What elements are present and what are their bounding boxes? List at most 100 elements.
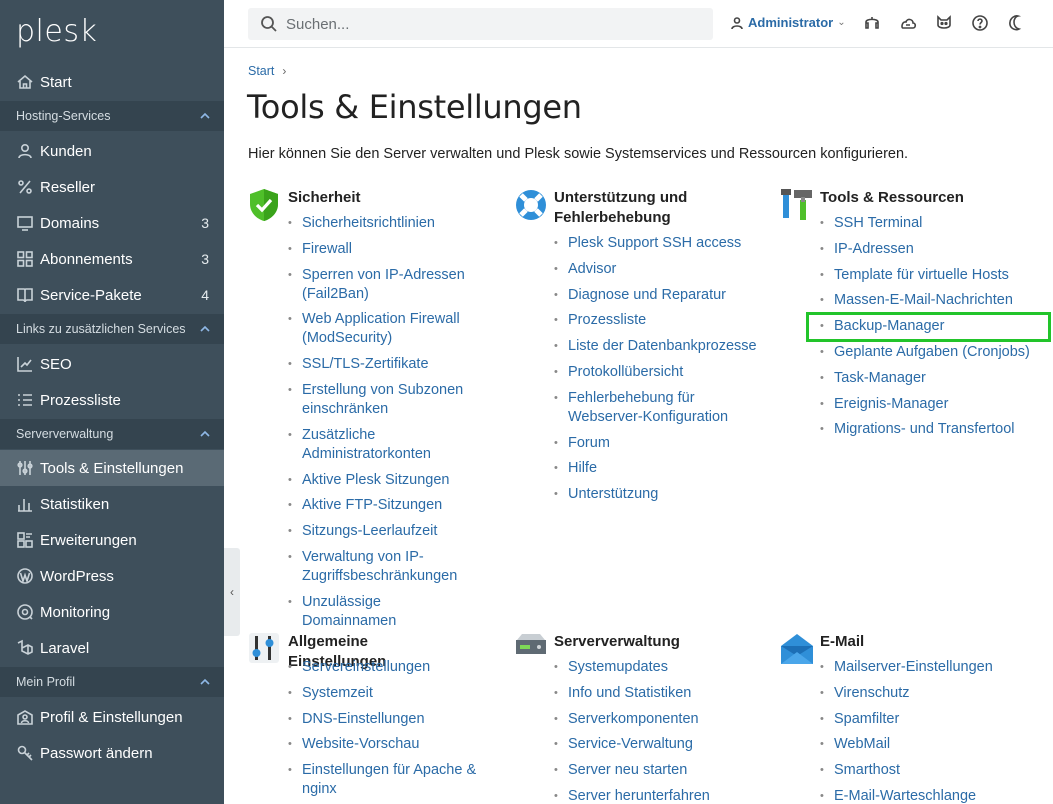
- link-servereinstellungen[interactable]: Servereinstellungen: [288, 658, 478, 677]
- sidebar-item-statistiken[interactable]: Statistiken: [0, 486, 224, 522]
- chevron-up-icon[interactable]: [200, 676, 210, 686]
- sidebar-item-profil[interactable]: Profil & Einstellungen: [0, 699, 224, 735]
- link-leerlaufzeit[interactable]: Sitzungs-Leerlaufzeit: [288, 522, 478, 541]
- sidebar-item-service-pakete[interactable]: Service-Pakete 4: [0, 277, 224, 313]
- link-ssl-tls[interactable]: SSL/TLS-Zertifikate: [288, 355, 478, 374]
- link-webmail[interactable]: WebMail: [820, 735, 1030, 754]
- sidebar-item-label: WordPress: [40, 567, 114, 585]
- section-links-services[interactable]: Links zu zusätzlichen Services: [0, 314, 224, 344]
- link-ssh-terminal[interactable]: SSH Terminal: [820, 214, 1050, 233]
- user-icon: [16, 142, 34, 160]
- link-virenschutz[interactable]: Virenschutz: [820, 684, 1030, 703]
- link-info-statistiken[interactable]: Info und Statistiken: [554, 684, 764, 703]
- link-ftp-sitzungen[interactable]: Aktive FTP-Sitzungen: [288, 496, 478, 515]
- chevron-up-icon[interactable]: [200, 323, 210, 333]
- chevron-up-icon[interactable]: [200, 110, 210, 120]
- plesk-logo[interactable]: plesk: [16, 14, 97, 49]
- link-migration[interactable]: Migrations- und Transfertool: [820, 420, 1050, 439]
- sidebar-item-label: Passwort ändern: [40, 744, 153, 762]
- sidebar-item-tools-einstellungen[interactable]: Tools & Einstellungen: [0, 450, 224, 486]
- chevron-left-icon: ‹: [230, 585, 234, 599]
- link-task-manager[interactable]: Task-Manager: [820, 369, 1050, 388]
- link-email-warteschlange[interactable]: E-Mail-Warteschlange: [820, 787, 1030, 804]
- link-forum[interactable]: Forum: [554, 434, 769, 453]
- link-admin-konten[interactable]: Zusätzliche Administratorkonten: [288, 426, 478, 464]
- sidebar-item-reseller[interactable]: Reseller: [0, 169, 224, 205]
- sidebar-item-start[interactable]: Start: [0, 64, 224, 100]
- sidebar-item-seo[interactable]: SEO: [0, 346, 224, 382]
- section-hosting-services[interactable]: Hosting-Services: [0, 101, 224, 131]
- section-mein-profil[interactable]: Mein Profil: [0, 667, 224, 697]
- sidebar-item-laravel[interactable]: Laravel: [0, 630, 224, 666]
- sidebar-item-label: Abonnements: [40, 250, 133, 268]
- link-template-hosts[interactable]: Template für virtuelle Hosts: [820, 266, 1050, 285]
- monitor-icon: [16, 214, 34, 232]
- sidebar-item-domains[interactable]: Domains 3: [0, 205, 224, 241]
- profile-icon: [16, 708, 34, 726]
- sidebar-item-prozessliste[interactable]: Prozessliste: [0, 382, 224, 418]
- section-serververwaltung[interactable]: Serververwaltung: [0, 419, 224, 449]
- link-subzonen[interactable]: Erstellung von Subzonen einschränken: [288, 381, 478, 419]
- link-advisor[interactable]: Advisor: [554, 260, 769, 279]
- link-firewall[interactable]: Firewall: [288, 240, 478, 259]
- link-backup-manager[interactable]: Backup-Manager: [820, 317, 1050, 336]
- link-protokolle[interactable]: Protokollübersicht: [554, 363, 769, 382]
- sidebar-item-wordpress[interactable]: WordPress: [0, 558, 224, 594]
- user-menu[interactable]: Administrator ⌄: [730, 15, 846, 30]
- link-prozessliste[interactable]: Prozessliste: [554, 311, 769, 330]
- link-systemzeit[interactable]: Systemzeit: [288, 684, 478, 703]
- server-icon: [514, 632, 546, 666]
- link-webserver-fehler[interactable]: Fehlerbehebung für Webserver-Konfigurati…: [554, 389, 769, 427]
- headset-icon[interactable]: [863, 14, 883, 34]
- link-unterstuetzung[interactable]: Unterstützung: [554, 485, 769, 504]
- link-list: Servereinstellungen Systemzeit DNS-Einst…: [288, 658, 478, 804]
- group-title: Serververwaltung: [554, 633, 680, 650]
- link-list: Sicherheitsrichtlinien Firewall Sperren …: [288, 214, 478, 638]
- section-label: Mein Profil: [16, 675, 76, 689]
- link-service-verwaltung[interactable]: Service-Verwaltung: [554, 735, 764, 754]
- chevron-up-icon[interactable]: [200, 428, 210, 438]
- link-server-neustart[interactable]: Server neu starten: [554, 761, 764, 780]
- search-box[interactable]: [248, 8, 713, 40]
- link-server-herunterfahren[interactable]: Server herunterfahren: [554, 787, 764, 804]
- link-fail2ban[interactable]: Sperren von IP-Adressen (Fail2Ban): [288, 266, 478, 304]
- link-dns[interactable]: DNS-Einstellungen: [288, 710, 478, 729]
- link-sicherheitsrichtlinien[interactable]: Sicherheitsrichtlinien: [288, 214, 478, 233]
- link-hilfe[interactable]: Hilfe: [554, 459, 769, 478]
- link-systemupdates[interactable]: Systemupdates: [554, 658, 764, 677]
- cloud-icon[interactable]: [899, 14, 919, 34]
- link-apache-nginx[interactable]: Einstellungen für Apache & nginx: [288, 761, 478, 799]
- shield-check-icon: [248, 188, 280, 222]
- section-label: Hosting-Services: [16, 109, 111, 123]
- help-icon[interactable]: [971, 14, 991, 34]
- breadcrumb-start-link[interactable]: Start: [248, 64, 274, 78]
- sidebar-item-passwort[interactable]: Passwort ändern: [0, 735, 224, 771]
- link-smarthost[interactable]: Smarthost: [820, 761, 1030, 780]
- sidebar-item-kunden[interactable]: Kunden: [0, 133, 224, 169]
- link-cronjobs[interactable]: Geplante Aufgaben (Cronjobs): [820, 343, 1050, 362]
- link-datenbankprozesse[interactable]: Liste der Datenbankprozesse: [554, 337, 769, 356]
- link-plesk-sitzungen[interactable]: Aktive Plesk Sitzungen: [288, 471, 478, 490]
- link-massen-email[interactable]: Massen-E-Mail-Nachrichten: [820, 291, 1050, 310]
- link-ereignis-manager[interactable]: Ereignis-Manager: [820, 395, 1050, 414]
- sidebar-item-abonnements[interactable]: Abonnements 3: [0, 241, 224, 277]
- link-modsecurity[interactable]: Web Application Firewall (ModSecurity): [288, 310, 478, 348]
- link-ssh-access[interactable]: Plesk Support SSH access: [554, 234, 769, 253]
- link-serverkomponenten[interactable]: Serverkomponenten: [554, 710, 764, 729]
- search-input[interactable]: [286, 15, 686, 33]
- sidebar-item-erweiterungen[interactable]: Erweiterungen: [0, 522, 224, 558]
- link-mailserver[interactable]: Mailserver-Einstellungen: [820, 658, 1030, 677]
- user-name: Administrator: [748, 15, 834, 30]
- percent-icon: [16, 178, 34, 196]
- sidebar-item-label: Domains: [40, 214, 100, 232]
- cat-icon[interactable]: [935, 14, 955, 34]
- link-domainnamen[interactable]: Unzulässige Domainnamen: [288, 593, 478, 631]
- link-ip-zugriff[interactable]: Verwaltung von IP-Zugriffsbeschränkungen: [288, 548, 478, 586]
- link-spamfilter[interactable]: Spamfilter: [820, 710, 1030, 729]
- link-ip-adressen[interactable]: IP-Adressen: [820, 240, 1050, 259]
- link-website-vorschau[interactable]: Website-Vorschau: [288, 735, 478, 754]
- link-diagnose[interactable]: Diagnose und Reparatur: [554, 286, 769, 305]
- moon-icon[interactable]: [1007, 14, 1027, 34]
- sidebar-item-monitoring[interactable]: Monitoring: [0, 594, 224, 630]
- sidebar-collapse-handle[interactable]: ‹: [224, 548, 240, 636]
